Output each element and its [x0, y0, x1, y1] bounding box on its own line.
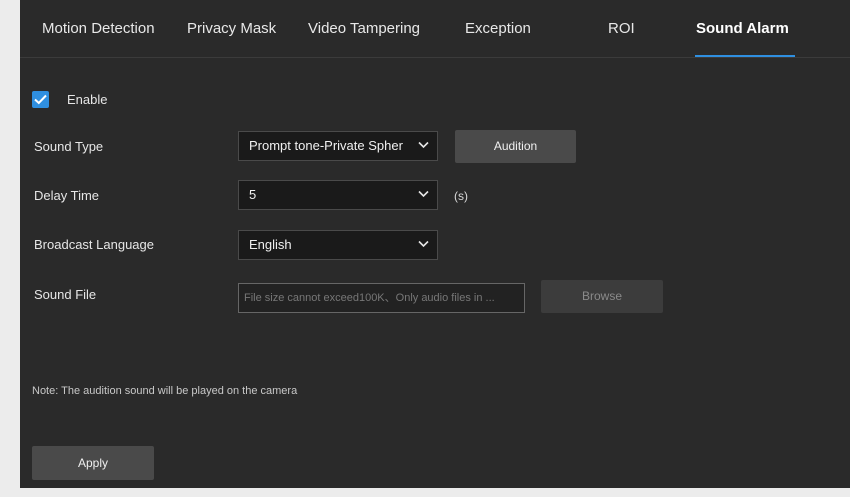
sound-type-value: Prompt tone-Private Spher	[249, 138, 403, 153]
sound-alarm-panel: Motion Detection Privacy Mask Video Tamp…	[20, 0, 850, 488]
chevron-down-icon	[418, 190, 429, 198]
chevron-down-icon	[418, 141, 429, 149]
tab-bar: Motion Detection Privacy Mask Video Tamp…	[20, 0, 850, 58]
audition-button[interactable]: Audition	[455, 130, 576, 163]
chevron-down-icon	[418, 240, 429, 248]
tab-roi[interactable]: ROI	[608, 0, 635, 57]
tab-privacy-mask[interactable]: Privacy Mask	[187, 0, 276, 57]
tab-video-tampering[interactable]: Video Tampering	[308, 0, 420, 57]
tab-motion-detection[interactable]: Motion Detection	[42, 0, 155, 57]
apply-button[interactable]: Apply	[32, 446, 154, 480]
delay-time-label: Delay Time	[34, 188, 100, 203]
sound-file-label: Sound File	[34, 287, 97, 302]
enable-checkbox[interactable]	[32, 91, 49, 108]
sound-type-select[interactable]: Prompt tone-Private Spher	[238, 131, 438, 161]
sound-type-label: Sound Type	[34, 139, 104, 154]
check-icon	[34, 94, 47, 105]
tab-exception[interactable]: Exception	[465, 0, 531, 57]
audition-note: Note: The audition sound will be played …	[32, 385, 298, 397]
delay-time-unit: (s)	[454, 189, 468, 203]
tab-sound-alarm[interactable]: Sound Alarm	[696, 0, 789, 57]
delay-time-select[interactable]: 5	[238, 180, 438, 210]
enable-label: Enable	[67, 92, 108, 107]
sound-file-input[interactable]	[238, 283, 525, 313]
active-tab-indicator	[695, 55, 795, 57]
broadcast-language-select[interactable]: English	[238, 230, 438, 260]
broadcast-language-label: Broadcast Language	[34, 237, 154, 252]
browse-button[interactable]: Browse	[541, 280, 663, 313]
delay-time-value: 5	[249, 187, 257, 202]
broadcast-language-value: English	[249, 237, 292, 252]
